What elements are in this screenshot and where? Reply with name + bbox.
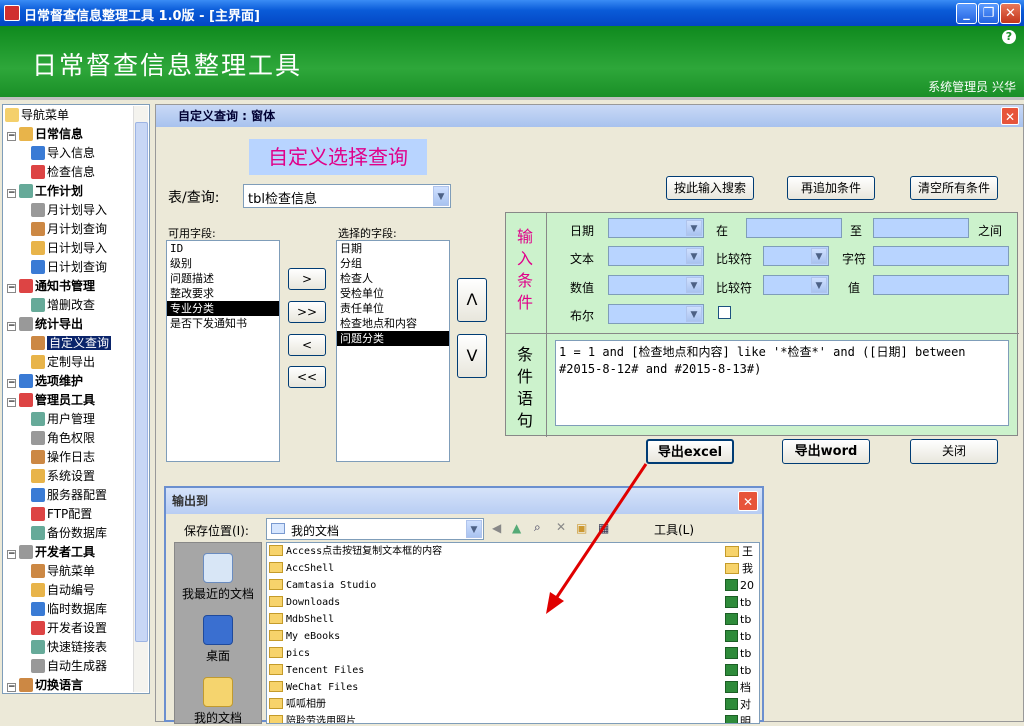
arrow-shaft bbox=[553, 463, 648, 601]
arrow-head bbox=[546, 592, 564, 614]
annotation-arrow bbox=[546, 463, 648, 614]
